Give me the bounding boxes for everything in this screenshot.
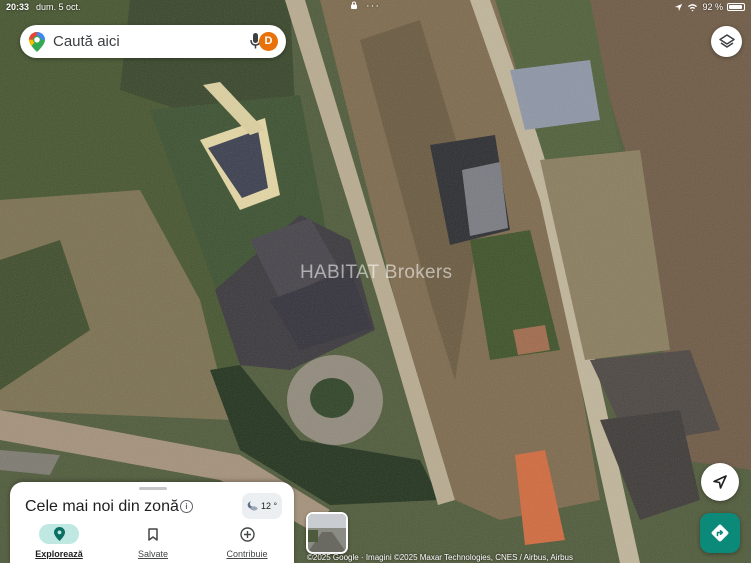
map-attribution[interactable]: ©2025 Google · Imagini ©2025 Maxar Techn… xyxy=(307,553,573,562)
battery-level-fill xyxy=(729,5,742,9)
status-date: dum. 5 oct. xyxy=(36,2,81,12)
contribute-tab-icon-pill xyxy=(227,524,267,544)
saved-tab-icon-pill xyxy=(133,524,173,544)
weather-chip[interactable]: 12 ° xyxy=(242,493,282,519)
multitasking-dots-icon[interactable]: ··· xyxy=(366,0,380,12)
add-circle-icon xyxy=(239,526,255,542)
my-location-button[interactable] xyxy=(701,463,739,501)
tab-contribute-label: Contribuie xyxy=(226,549,268,559)
maps-pin-icon xyxy=(29,32,45,52)
lock-icon xyxy=(351,1,357,9)
battery-percent: 92 % xyxy=(702,2,723,12)
watermark-text: HABITAT Brokers xyxy=(300,262,453,283)
info-icon[interactable]: i xyxy=(180,500,193,513)
bookmark-icon xyxy=(148,527,158,541)
explore-pin-icon xyxy=(53,527,65,541)
search-bar[interactable]: Caută aici D xyxy=(20,25,286,58)
explore-tab-icon-pill xyxy=(39,524,79,544)
tab-saved-label: Salvate xyxy=(137,549,169,559)
status-time: 20:33 xyxy=(6,2,30,12)
wifi-icon xyxy=(688,3,698,12)
tab-explore-label: Explorează xyxy=(35,549,83,559)
layers-icon xyxy=(718,33,735,48)
directions-icon xyxy=(711,524,729,542)
status-bar: 20:33 dum. 5 oct. ··· 92 % xyxy=(0,0,751,14)
navigation-arrow-icon xyxy=(713,475,727,489)
avatar[interactable]: D xyxy=(259,32,278,51)
tab-contribute[interactable]: Contribuie xyxy=(200,520,294,563)
bottom-tabs: Explorează Salvate Contribuie xyxy=(10,520,294,563)
sheet-drag-handle[interactable] xyxy=(139,487,167,490)
tab-explore[interactable]: Explorează xyxy=(12,520,106,563)
moon-cloud-icon xyxy=(247,501,258,511)
directions-button[interactable] xyxy=(700,513,740,553)
status-right: 92 % xyxy=(674,2,745,12)
bottom-sheet[interactable]: Cele mai noi din zonă i 12 ° Explorează xyxy=(10,482,294,563)
layers-button[interactable] xyxy=(711,26,742,57)
battery-icon xyxy=(727,3,745,11)
street-view-preview-image xyxy=(308,514,346,552)
location-arrow-icon xyxy=(675,3,683,11)
search-placeholder: Caută aici xyxy=(53,33,120,50)
street-view-thumbnail[interactable] xyxy=(306,512,348,554)
sheet-title: Cele mai noi din zonă xyxy=(25,498,179,515)
weather-temp: 12 ° xyxy=(260,501,278,511)
tab-saved[interactable]: Salvate xyxy=(106,520,200,563)
